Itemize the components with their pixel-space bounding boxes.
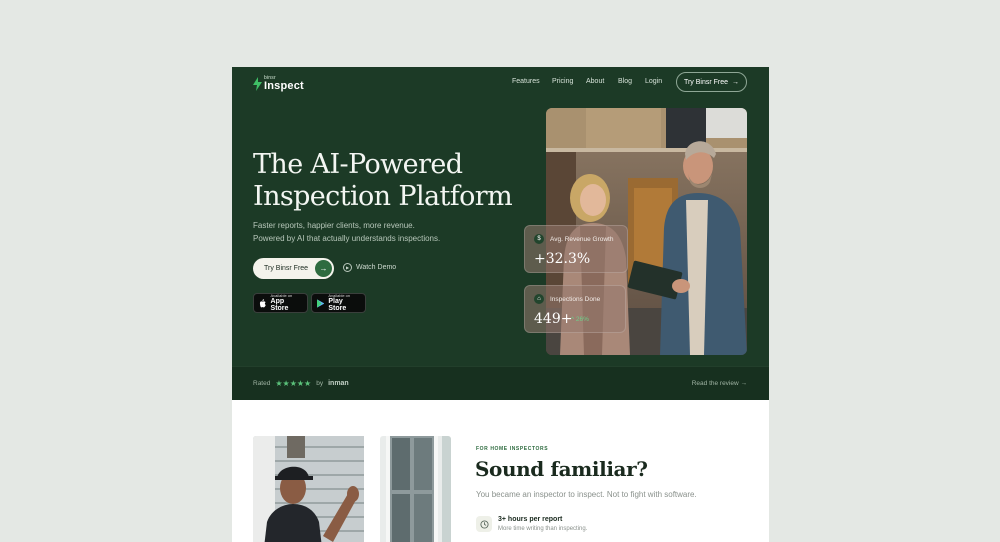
- section-eyebrow: FOR HOME INSPECTORS: [476, 446, 549, 452]
- logo[interactable]: binsr Inspect: [253, 74, 304, 94]
- apple-icon: [259, 298, 266, 307]
- clock-icon: [476, 516, 492, 532]
- nav-try-free-button[interactable]: Try Binsr Free →: [676, 72, 747, 92]
- play-store-icon: [317, 298, 325, 308]
- revenue-growth-label: Avg. Revenue Growth: [550, 236, 614, 243]
- section-lead: You became an inspector to inspect. Not …: [476, 490, 697, 499]
- hero-cta-label: Try Binsr Free: [264, 265, 309, 272]
- feature-title: 3+ hours per report: [498, 516, 563, 523]
- play-store-badge[interactable]: Available on Play Store: [311, 293, 366, 313]
- hero-try-free-button[interactable]: Try Binsr Free →: [253, 258, 334, 279]
- feature-description: More time writing than inspecting.: [498, 526, 588, 532]
- hero-subtitle: Faster reports, happier clients, more re…: [253, 220, 513, 245]
- play-store-label: Play Store: [328, 298, 347, 312]
- house-window-photo: [380, 436, 451, 542]
- revenue-growth-card: $ Avg. Revenue Growth +32.3%: [524, 225, 628, 273]
- hero-section: binsr Inspect Features Pricing About Blo…: [232, 67, 769, 366]
- arrow-right-icon: →: [315, 260, 332, 277]
- play-icon: ▶: [343, 263, 352, 272]
- landing-page: binsr Inspect Features Pricing About Blo…: [232, 67, 769, 542]
- inspections-delta: ^ 26%: [571, 316, 589, 323]
- home-icon: ⌂: [534, 294, 544, 304]
- section-title: Sound familiar?: [475, 457, 648, 481]
- inspector-photo: [253, 436, 364, 542]
- rated-by-label: by: [316, 380, 324, 387]
- inspections-done-value: 449+: [534, 311, 573, 327]
- problem-section: FOR HOME INSPECTORS Sound familiar? You …: [232, 400, 769, 542]
- hero-title-line1: The AI-Powered: [253, 149, 463, 180]
- hero-subtitle-line2: Powered by AI that actually understands …: [253, 233, 441, 243]
- nav-blog[interactable]: Blog: [618, 78, 632, 85]
- nav-about[interactable]: About: [586, 78, 604, 85]
- inspections-done-label: Inspections Done: [550, 296, 601, 303]
- nav-features[interactable]: Features: [512, 78, 540, 85]
- app-store-label: App Store: [270, 298, 289, 312]
- hero-subtitle-line1: Faster reports, happier clients, more re…: [253, 221, 415, 230]
- hero-title: The AI-Powered Inspection Platform: [253, 149, 543, 213]
- logo-name: Inspect: [264, 80, 304, 92]
- arrow-right-icon: →: [732, 78, 740, 86]
- rating-bar: Rated ★★★★★ by inman Read the review →: [232, 366, 769, 400]
- nav-pricing[interactable]: Pricing: [552, 78, 573, 85]
- read-review-link[interactable]: Read the review →: [692, 380, 747, 387]
- rating: Rated ★★★★★ by inman: [253, 379, 349, 388]
- nav-login[interactable]: Login: [645, 78, 662, 85]
- dollar-icon: $: [534, 234, 544, 244]
- rated-label: Rated: [253, 380, 271, 387]
- inspections-done-card: ⌂ Inspections Done 449+ ^ 26%: [524, 285, 626, 333]
- watch-demo-button[interactable]: ▶ Watch Demo: [343, 263, 396, 272]
- revenue-growth-value: +32.3%: [534, 251, 591, 267]
- watch-demo-label: Watch Demo: [356, 264, 397, 271]
- hero-title-line2: Inspection Platform: [253, 181, 513, 212]
- nav-cta-label: Try Binsr Free: [683, 78, 729, 86]
- star-rating-icon: ★★★★★: [275, 379, 312, 388]
- bolt-logo-icon: [253, 77, 262, 91]
- inman-logo: inman: [328, 380, 349, 387]
- app-store-badge[interactable]: Available on App Store: [253, 293, 308, 313]
